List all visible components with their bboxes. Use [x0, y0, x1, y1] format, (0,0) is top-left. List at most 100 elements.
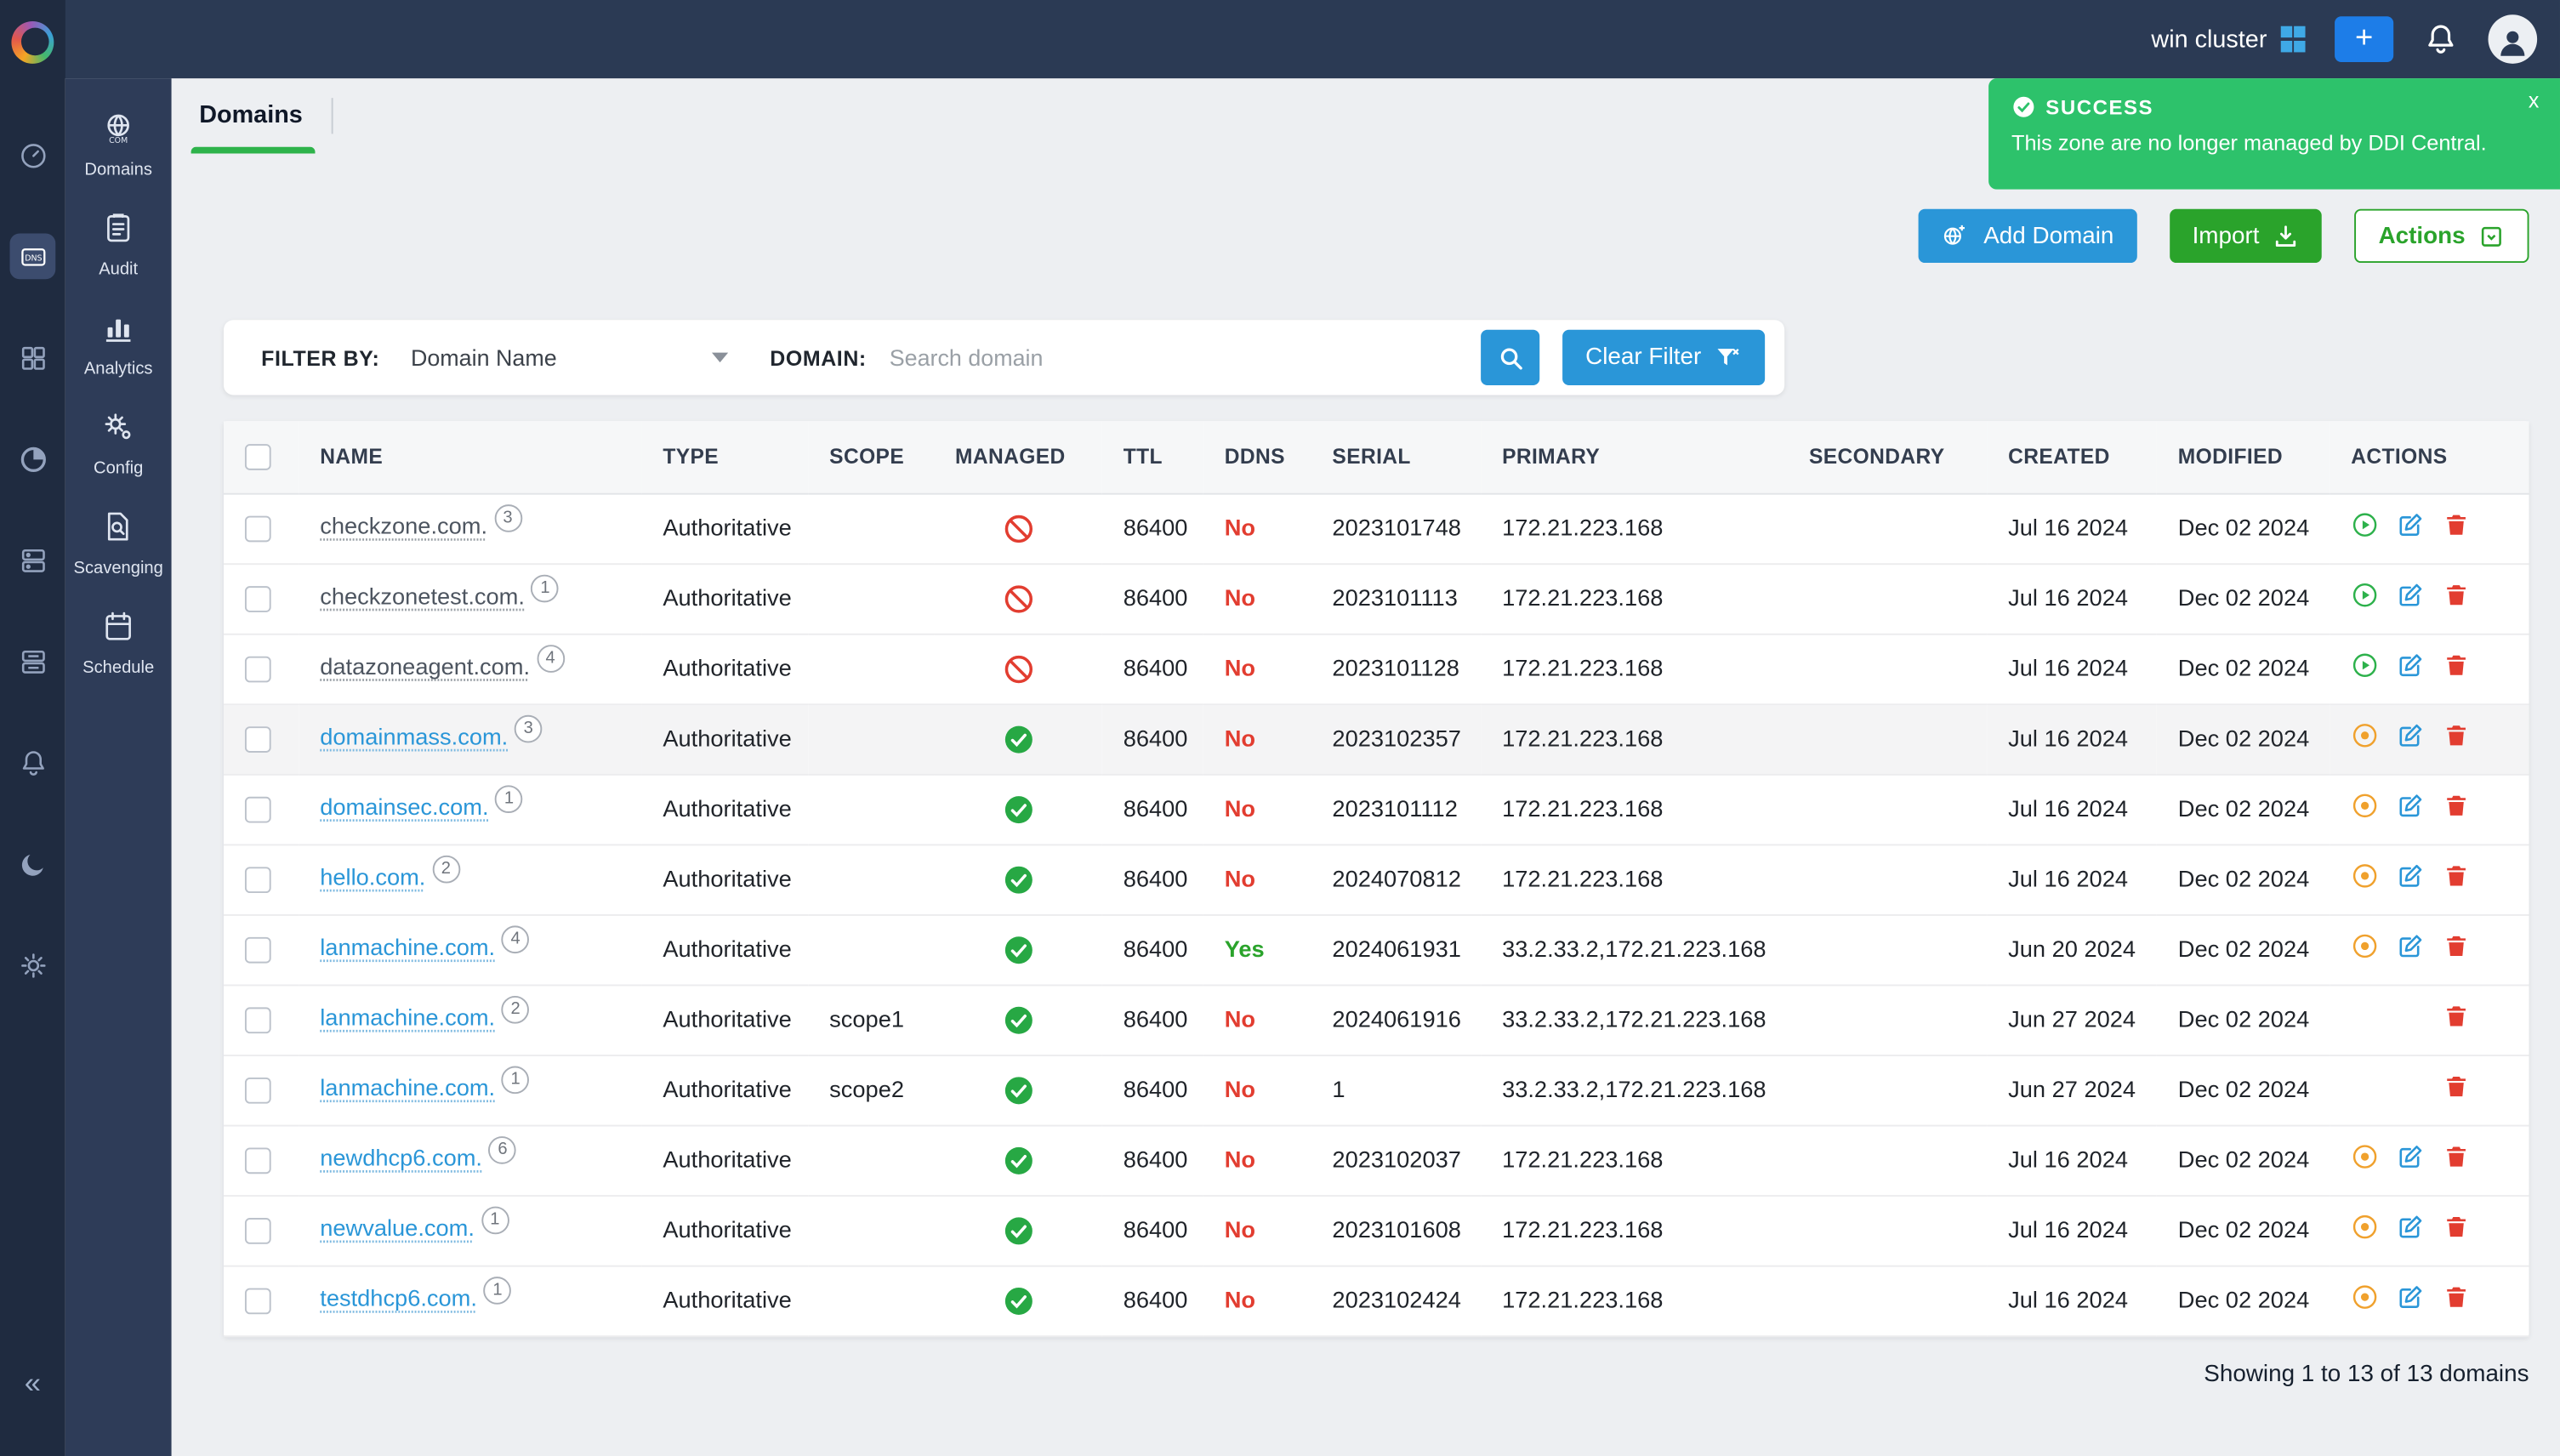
delete-action-icon[interactable] [2443, 1283, 2471, 1311]
collapse-sidebar-button[interactable]: « [0, 1367, 65, 1401]
dark-mode-icon[interactable] [10, 841, 56, 887]
column-header-managed[interactable]: MANAGED [934, 421, 1102, 492]
edit-action-icon[interactable] [2397, 792, 2425, 820]
domain-name-link[interactable]: domainsec.com. [320, 794, 488, 821]
pause-action-icon[interactable] [2351, 1143, 2379, 1171]
pause-action-icon[interactable] [2351, 932, 2379, 960]
toast-close-button[interactable]: x [2529, 88, 2540, 113]
delete-action-icon[interactable] [2443, 721, 2471, 749]
domain-search-input[interactable] [890, 344, 1482, 371]
global-add-button[interactable]: + [2335, 16, 2393, 62]
domain-name-link[interactable]: lanmachine.com. [320, 935, 495, 961]
alerts-bell-icon[interactable] [10, 740, 56, 786]
domain-name-link[interactable]: datazoneagent.com. [320, 654, 530, 680]
domain-name-link[interactable]: hello.com. [320, 864, 425, 890]
row-checkbox[interactable] [245, 585, 271, 611]
row-checkbox[interactable] [245, 656, 271, 682]
add-domain-button[interactable]: Add Domain [1918, 209, 2136, 263]
app-logo[interactable] [11, 21, 54, 64]
actions-button[interactable]: Actions [2354, 209, 2529, 263]
column-header-scope[interactable]: SCOPE [808, 421, 934, 492]
domain-name-link[interactable]: checkzone.com. [320, 514, 487, 540]
clear-filter-button[interactable]: Clear Filter [1562, 330, 1765, 385]
delete-action-icon[interactable] [2443, 862, 2471, 890]
edit-action-icon[interactable] [2397, 1213, 2425, 1241]
edit-action-icon[interactable] [2397, 511, 2425, 539]
row-checkbox[interactable] [245, 936, 271, 963]
settings-gear-icon[interactable] [10, 942, 56, 988]
cluster-selector[interactable]: win cluster [2151, 26, 2305, 54]
delete-action-icon[interactable] [2443, 1003, 2471, 1031]
select-all-checkbox[interactable] [245, 444, 271, 470]
row-checkbox[interactable] [245, 1077, 271, 1103]
delete-action-icon[interactable] [2443, 792, 2471, 820]
domain-name-link[interactable]: newdhcp6.com. [320, 1146, 482, 1172]
sidebar-item-schedule[interactable]: Schedule [65, 593, 172, 692]
play-action-icon[interactable] [2351, 581, 2379, 609]
edit-action-icon[interactable] [2397, 581, 2425, 609]
column-header-ddns[interactable]: DDNS [1203, 421, 1311, 492]
delete-action-icon[interactable] [2443, 511, 2471, 539]
import-button[interactable]: Import [2170, 209, 2322, 263]
sidebar-item-audit[interactable]: Audit [65, 194, 172, 293]
sidebar-item-scavenging[interactable]: Scavenging [65, 493, 172, 593]
delete-action-icon[interactable] [2443, 581, 2471, 609]
edit-action-icon[interactable] [2397, 1143, 2425, 1171]
dashboard-icon[interactable] [10, 132, 56, 178]
domain-name-link[interactable]: lanmachine.com. [320, 1005, 495, 1032]
dns-server-icon[interactable] [10, 639, 56, 685]
cluster-pie-icon[interactable] [10, 436, 56, 482]
column-header-ttl[interactable]: TTL [1102, 421, 1203, 492]
domain-name-link[interactable]: checkzonetest.com. [320, 583, 525, 610]
clear-filter-label: Clear Filter [1585, 344, 1701, 371]
import-download-icon [2273, 223, 2299, 249]
sidebar-item-analytics[interactable]: Analytics [65, 294, 172, 394]
domain-name-link[interactable]: domainmass.com. [320, 724, 508, 750]
row-checkbox[interactable] [245, 1288, 271, 1314]
search-button[interactable] [1481, 330, 1539, 385]
pause-action-icon[interactable] [2351, 1283, 2379, 1311]
delete-action-icon[interactable] [2443, 1072, 2471, 1101]
domain-name-link[interactable]: lanmachine.com. [320, 1075, 495, 1101]
edit-action-icon[interactable] [2397, 721, 2425, 749]
pause-action-icon[interactable] [2351, 1213, 2379, 1241]
dhcp-server-icon[interactable] [10, 537, 56, 583]
dns-module-icon[interactable]: DNS [10, 234, 56, 280]
row-checkbox[interactable] [245, 1007, 271, 1033]
delete-action-icon[interactable] [2443, 651, 2471, 680]
user-avatar[interactable] [2489, 14, 2538, 64]
row-checkbox[interactable] [245, 867, 271, 893]
tab-domains[interactable]: Domains [199, 78, 303, 153]
domain-name-link[interactable]: testdhcp6.com. [320, 1286, 477, 1312]
sidebar-item-domains[interactable]: COM Domains [65, 94, 172, 194]
row-checkbox[interactable] [245, 1147, 271, 1174]
edit-action-icon[interactable] [2397, 932, 2425, 960]
row-checkbox[interactable] [245, 796, 271, 822]
pause-action-icon[interactable] [2351, 862, 2379, 890]
pause-action-icon[interactable] [2351, 792, 2379, 820]
column-header-type[interactable]: TYPE [641, 421, 808, 492]
domain-name-link[interactable]: newvalue.com. [320, 1215, 475, 1242]
delete-action-icon[interactable] [2443, 932, 2471, 960]
column-header-secondary[interactable]: SECONDARY [1788, 421, 1987, 492]
column-header-created[interactable]: CREATED [1987, 421, 2157, 492]
play-action-icon[interactable] [2351, 511, 2379, 539]
delete-action-icon[interactable] [2443, 1143, 2471, 1171]
pause-action-icon[interactable] [2351, 721, 2379, 749]
delete-action-icon[interactable] [2443, 1213, 2471, 1241]
row-checkbox[interactable] [245, 515, 271, 542]
column-header-primary[interactable]: PRIMARY [1481, 421, 1788, 492]
sidebar-item-config[interactable]: Config [65, 394, 172, 493]
row-checkbox[interactable] [245, 1217, 271, 1243]
play-action-icon[interactable] [2351, 651, 2379, 680]
column-header-modified[interactable]: MODIFIED [2157, 421, 2330, 492]
filter-by-dropdown[interactable]: Domain Name [411, 344, 737, 371]
notifications-bell-icon[interactable] [2423, 21, 2459, 57]
column-header-name[interactable]: NAME [299, 421, 641, 492]
edit-action-icon[interactable] [2397, 651, 2425, 680]
ipam-icon[interactable] [10, 335, 56, 381]
edit-action-icon[interactable] [2397, 862, 2425, 890]
edit-action-icon[interactable] [2397, 1283, 2425, 1311]
row-checkbox[interactable] [245, 726, 271, 753]
column-header-serial[interactable]: SERIAL [1311, 421, 1481, 492]
